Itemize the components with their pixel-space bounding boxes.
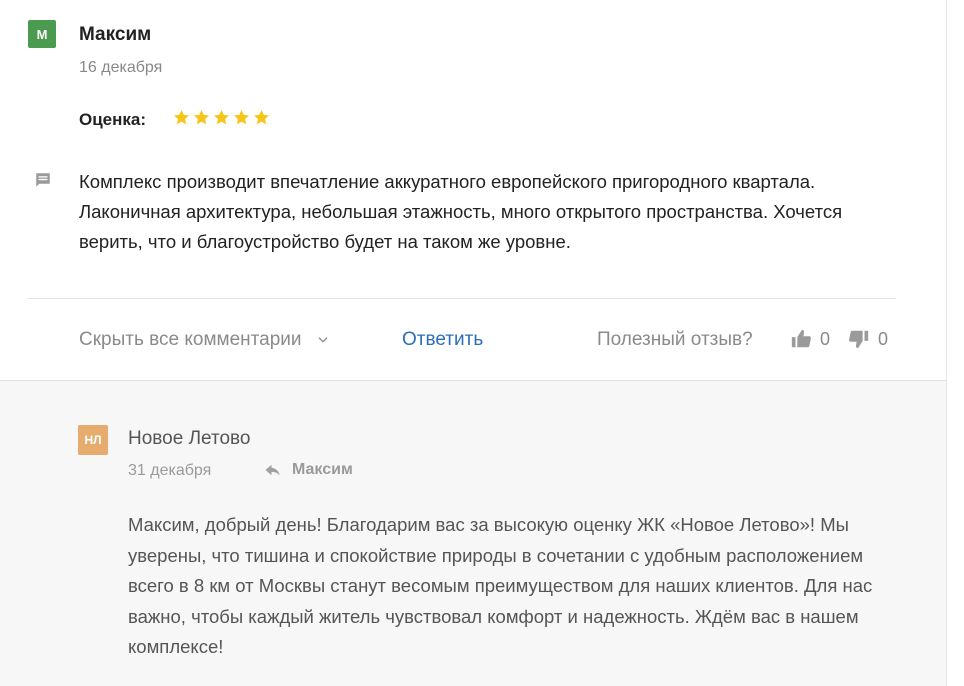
- review-date: 16 декабря: [79, 59, 163, 76]
- reply-date: 31 декабря: [128, 462, 212, 479]
- star-icon: [193, 109, 210, 125]
- reply-text: Максим, добрый день! Благодарим вас за в…: [128, 514, 873, 657]
- thumbs-down-icon: [849, 330, 869, 349]
- star-icon: [253, 109, 270, 125]
- like-count: 0: [820, 328, 831, 349]
- review-author: Максим: [79, 24, 152, 45]
- hide-comments-label: Скрыть все комментарии: [79, 329, 302, 350]
- reply-author: Новое Летово: [128, 428, 251, 449]
- review-card: М Максим 16 декабря Оценка: Комплекс про…: [0, 0, 947, 381]
- thumbs-up-icon: [791, 329, 811, 348]
- hide-comments-button[interactable]: Скрыть все комментарии: [79, 329, 330, 351]
- dislike-count: 0: [878, 328, 889, 349]
- review-text: Комплекс производит впечатление аккуратн…: [79, 171, 843, 252]
- rating-stars: [172, 108, 271, 127]
- reply-button[interactable]: Ответить: [402, 329, 483, 351]
- chevron-down-icon: [317, 337, 328, 343]
- developer-reply: НЛ Новое Летово 31 декабря Максим Максим…: [0, 381, 947, 686]
- dislike-button[interactable]: 0: [848, 328, 888, 350]
- reply-arrow-icon: [265, 464, 280, 476]
- divider: [28, 298, 896, 299]
- reply-to: Максим: [264, 461, 353, 479]
- avatar: НЛ: [78, 425, 108, 455]
- useful-label: Полезный отзыв?: [597, 329, 753, 350]
- comment-icon: [36, 173, 50, 187]
- reply-to-name: Максим: [292, 461, 353, 478]
- star-icon: [173, 109, 190, 125]
- star-icon: [213, 109, 230, 125]
- rating-label: Оценка:: [79, 110, 147, 129]
- avatar: М: [28, 20, 56, 48]
- like-button[interactable]: 0: [790, 328, 830, 350]
- star-icon: [233, 109, 250, 125]
